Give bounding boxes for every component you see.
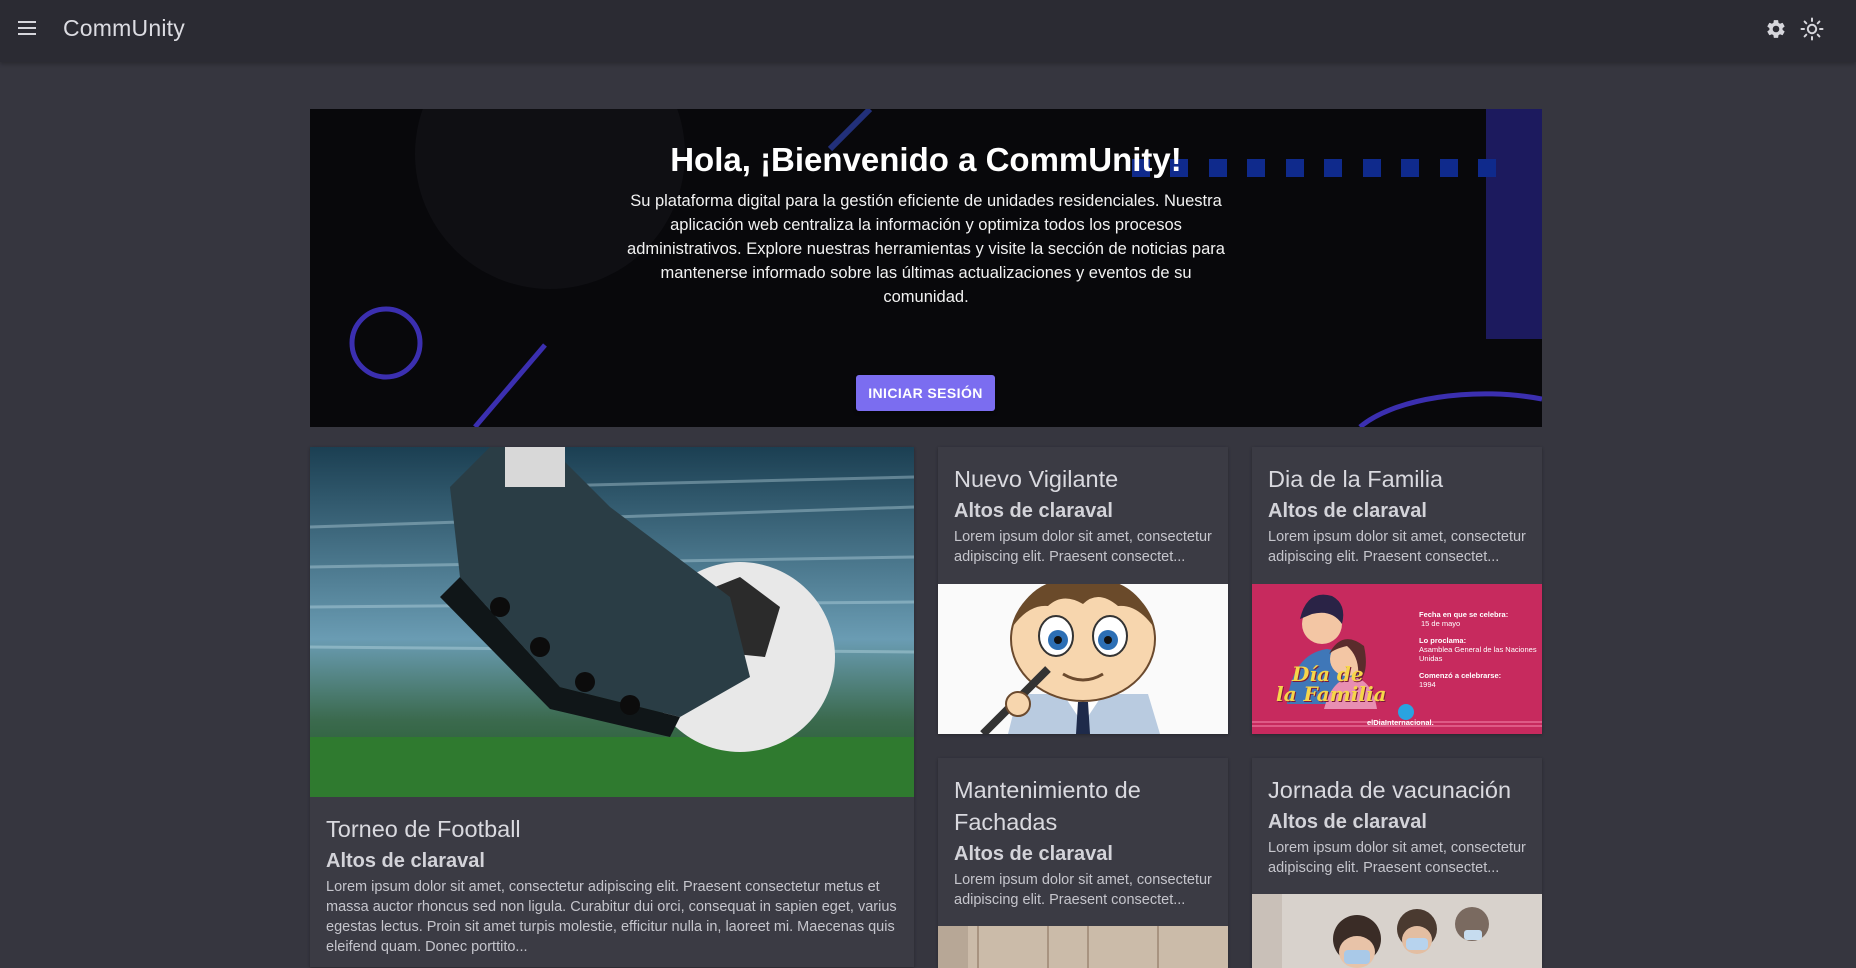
app-title[interactable]: CommUnity [63,15,185,42]
guard-cartoon [938,584,1228,734]
news-community: Altos de claraval [954,500,1113,522]
welcome-description: Su plataforma digital para la gestión ef… [627,192,1225,306]
news-community: Altos de claraval [1268,500,1427,522]
news-image-football [310,447,914,797]
news-community: Altos de claraval [326,850,485,872]
news-card-nuevo-vigilante[interactable]: Nuevo Vigilante Altos de claraval Lorem … [938,447,1228,734]
poster-headline: Día de la Familia [1276,664,1387,704]
news-title: Nuevo Vigilante [954,466,1119,492]
poster-info-value: 1994 [1419,680,1436,689]
news-card-featured[interactable]: Torneo de Football Altos de claraval Lor… [310,447,914,967]
menu-icon [18,21,36,35]
welcome-title: Hola, ¡Bienvenido a CommUnity! [670,141,1182,178]
menu-button[interactable] [12,13,42,43]
news-title: Torneo de Football [326,816,521,842]
vaccination-photo [1252,894,1542,968]
news-card-mantenimiento-de-fachadas[interactable]: Mantenimiento de Fachadas Altos de clara… [938,758,1228,968]
news-community: Altos de claraval [1268,811,1427,833]
news-image-facade [938,926,1228,968]
news-title: Mantenimiento de Fachadas [954,777,1141,835]
news-image-family-day: Día de la Familia Fecha en que se celebr… [1252,584,1542,734]
poster-info-value: 15 de mayo [1421,619,1461,628]
news-excerpt: Lorem ipsum dolor sit amet, consectetur … [954,529,1212,565]
poster-info-label: Comenzó a celebrarse: [1419,671,1502,680]
login-button[interactable]: INICIAR SESIÓN [856,375,995,411]
poster-info: Fecha en que se celebra: 15 de mayo Lo p… [1419,610,1539,689]
news-image-guard [938,584,1228,734]
gear-icon [1767,20,1785,38]
poster-info-label: Fecha en que se celebra: [1419,610,1509,619]
poster-info-value: Asamblea General de las Naciones Unidas [1419,645,1537,663]
app-bar: CommUnity [0,0,1856,62]
poster-headline-line-2: la Familia [1276,682,1387,706]
news-card-jornada-de-vacunacion[interactable]: Jornada de vacunación Altos de claraval … [1252,758,1542,968]
welcome-banner: Hola, ¡Bienvenido a CommUnity! Su plataf… [310,109,1542,427]
news-card-dia-de-la-familia[interactable]: Dia de la Familia Altos de claraval Lore… [1252,447,1542,734]
settings-button[interactable] [1762,15,1790,43]
facade-photo [938,926,1228,968]
news-excerpt: Lorem ipsum dolor sit amet, consectetur … [954,872,1212,908]
sun-icon [1800,17,1824,41]
football-photo [310,447,914,797]
news-community: Altos de claraval [954,843,1113,865]
poster-headline-line-1: Día de [1292,662,1364,686]
news-image-vaccination [1252,894,1542,968]
poster-brand: elDiaInternacional. [1367,718,1434,727]
news-title: Dia de la Familia [1268,466,1444,492]
poster-info-label: Lo proclama: [1419,636,1467,645]
news-excerpt: Lorem ipsum dolor sit amet, consectetur … [326,879,897,955]
news-excerpt: Lorem ipsum dolor sit amet, consectetur … [1268,840,1526,876]
theme-toggle-button[interactable] [1798,15,1826,43]
news-excerpt: Lorem ipsum dolor sit amet, consectetur … [1268,529,1526,565]
news-title: Jornada de vacunación [1268,777,1512,803]
